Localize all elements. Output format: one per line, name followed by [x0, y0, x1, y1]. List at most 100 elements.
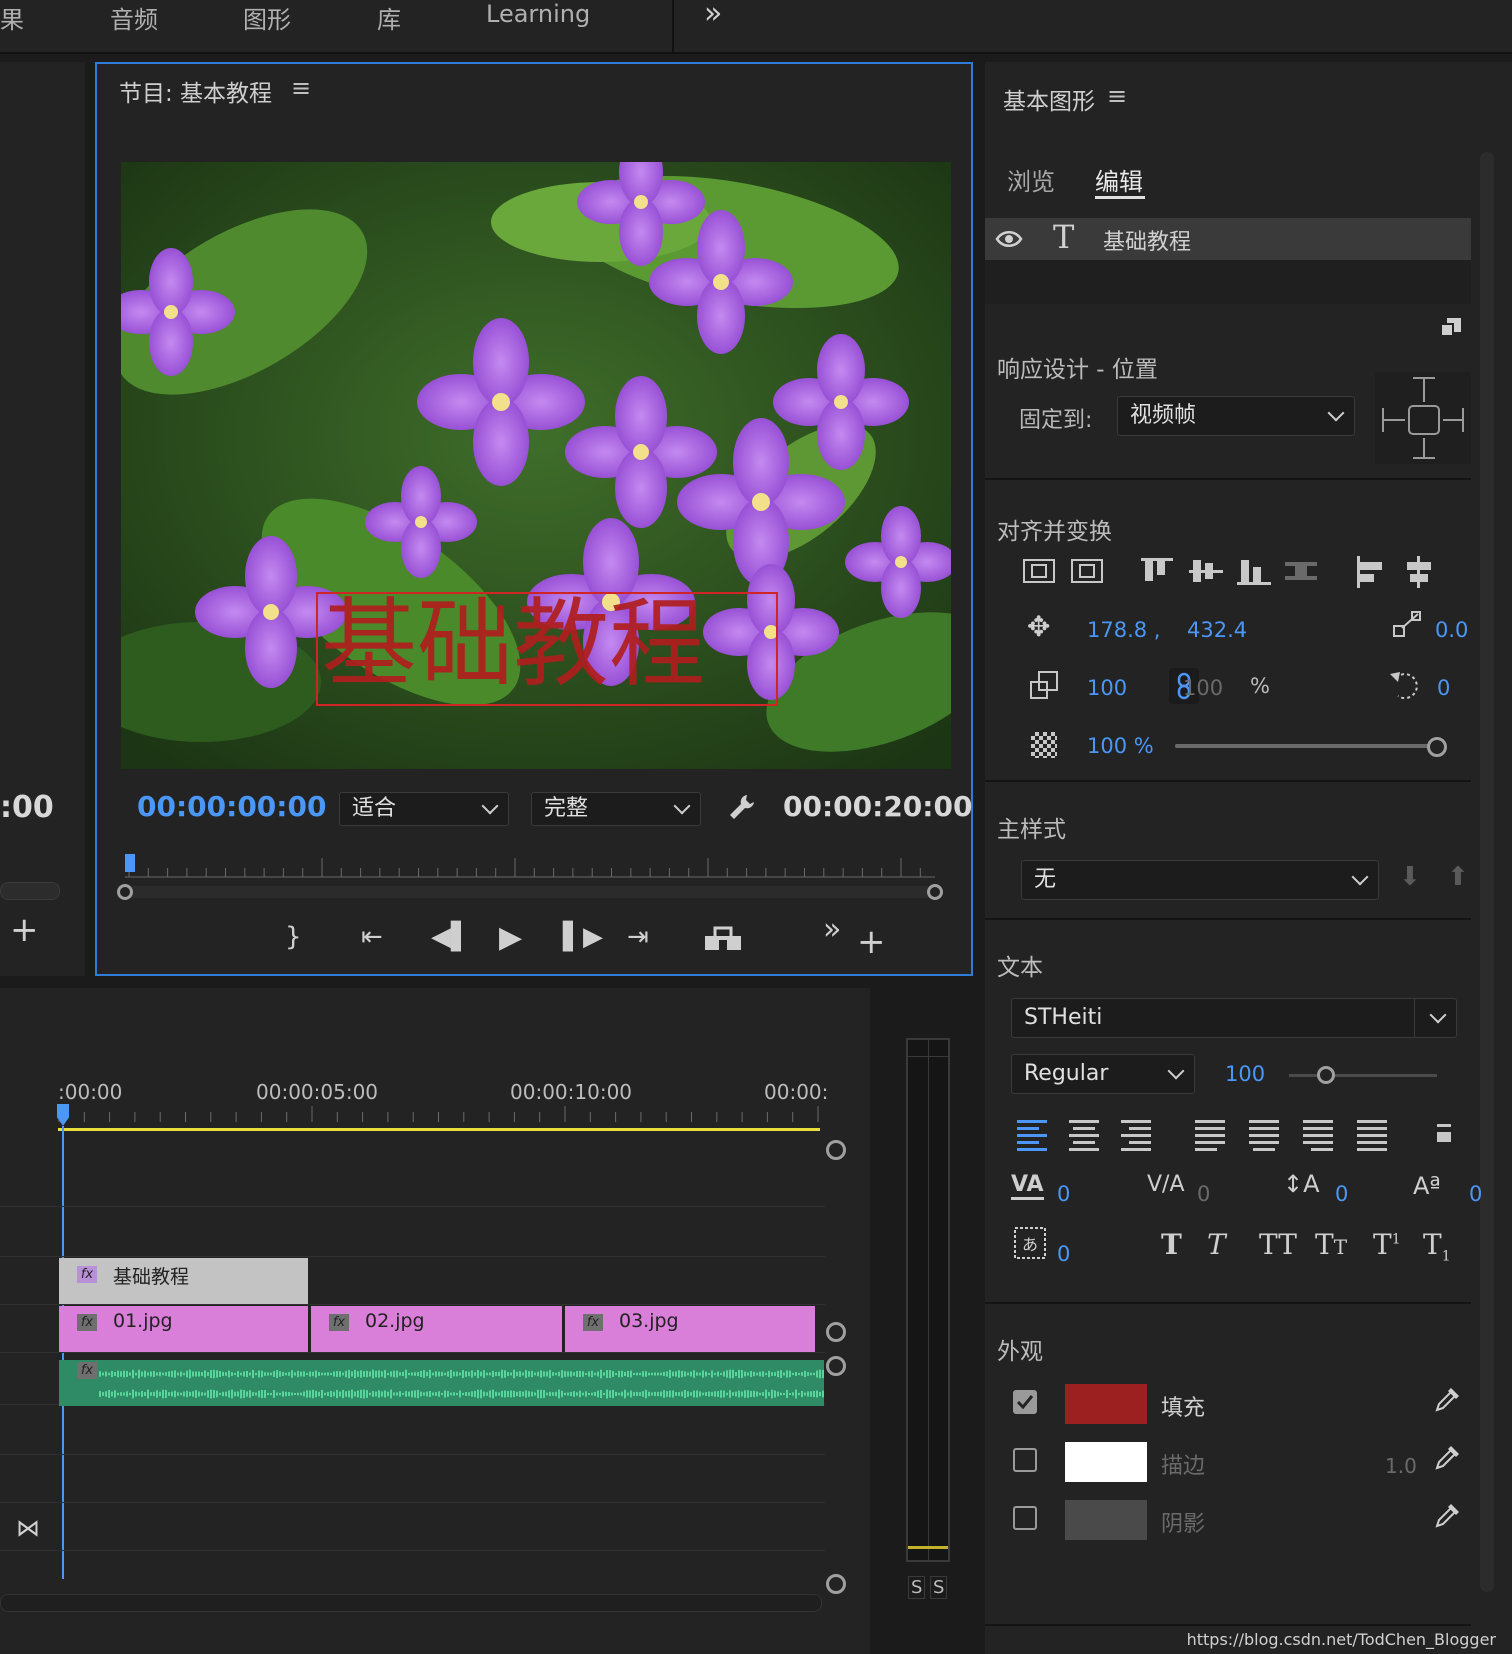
shadow-checkbox[interactable]	[1013, 1506, 1037, 1530]
new-layer-icon[interactable]	[1440, 318, 1461, 337]
opacity-icon	[1031, 732, 1057, 758]
fill-checkbox[interactable]	[1013, 1390, 1037, 1414]
workspace-tab-graphics[interactable]: 图形	[243, 0, 291, 35]
faux-bold-icon[interactable]: T	[1161, 1228, 1182, 1261]
solo-right-button[interactable]: S	[930, 1576, 948, 1599]
superscript-icon[interactable]: T1	[1373, 1228, 1401, 1261]
pin-to-label: 固定到:	[1019, 408, 1093, 433]
faux-italic-icon[interactable]: T	[1207, 1228, 1226, 1261]
opacity-slider-handle[interactable]	[1427, 737, 1447, 757]
playhead-timecode[interactable]: 00:00:00:00	[137, 790, 326, 823]
master-style-select[interactable]: 无	[1021, 860, 1379, 900]
tab-browse[interactable]: 浏览	[1007, 162, 1055, 197]
fill-label: 填充	[1161, 1396, 1206, 1421]
panel-scrollbar[interactable]	[1480, 152, 1494, 1592]
active-tab-underline	[1095, 196, 1145, 199]
add-button-icon[interactable]: +	[10, 910, 39, 950]
fill-color-swatch[interactable]	[1065, 1384, 1147, 1424]
position-y-value[interactable]: 432.4	[1187, 618, 1247, 642]
opacity-slider-track[interactable]	[1175, 744, 1437, 748]
playback-resolution-select[interactable]: 完整	[531, 792, 701, 826]
baseline-shift-value[interactable]: 0	[1469, 1182, 1482, 1206]
font-size-slider-handle[interactable]	[1317, 1066, 1335, 1084]
mark-out-icon[interactable]: }	[285, 922, 302, 952]
track-scroll-handle[interactable]	[826, 1356, 846, 1376]
workspace-tab-learning[interactable]: Learning	[486, 0, 590, 28]
fill-eyedropper-icon[interactable]	[1433, 1384, 1463, 1421]
video-clip[interactable]: fx 02.jpg	[311, 1306, 562, 1352]
scrollbar-end-handle[interactable]	[927, 884, 943, 900]
track-scroll-handle[interactable]	[826, 1574, 846, 1594]
rotation-value[interactable]: 0	[1437, 676, 1450, 700]
step-back-icon[interactable]: ◀▌	[431, 922, 471, 952]
select-divider	[1414, 999, 1415, 1037]
title-overlay-text[interactable]: 基础教程	[321, 594, 705, 694]
monitor-zoom-scrollbar[interactable]	[125, 886, 935, 898]
source-scrollbar[interactable]	[0, 882, 60, 900]
opacity-value[interactable]: 100 %	[1087, 734, 1154, 758]
video-frame[interactable]: 基础教程	[121, 162, 951, 769]
more-controls-icon[interactable]: »	[823, 912, 841, 947]
shadow-color-swatch[interactable]	[1065, 1500, 1147, 1540]
font-size-slider-track[interactable]	[1289, 1074, 1437, 1077]
audio-clip[interactable]: fx	[59, 1360, 824, 1406]
leading-value[interactable]: 0	[1335, 1182, 1348, 1206]
export-frame-icon[interactable]	[703, 926, 743, 956]
video-clip[interactable]: fx 01.jpg	[59, 1306, 308, 1352]
appearance-heading: 外观	[997, 1339, 1043, 1365]
anchor-point-value[interactable]: 0.0	[1435, 618, 1468, 642]
layer-name[interactable]: 基础教程	[1103, 224, 1191, 256]
stroke-checkbox[interactable]	[1013, 1448, 1037, 1472]
zoom-level-select[interactable]: 适合	[339, 792, 509, 826]
layer-row[interactable]: T 基础教程	[985, 218, 1471, 260]
title-clip[interactable]: fx 基础教程	[59, 1258, 308, 1304]
button-editor-icon[interactable]: +	[857, 922, 886, 962]
stroke-eyedropper-icon[interactable]	[1433, 1442, 1463, 1479]
monitor-time-ruler[interactable]	[125, 854, 941, 878]
font-family-select[interactable]: STHeiti	[1011, 998, 1457, 1038]
subscript-icon[interactable]: T1	[1423, 1228, 1451, 1265]
kerning-value[interactable]: 0	[1057, 1182, 1070, 1206]
timeline-horizontal-scrollbar[interactable]	[0, 1594, 822, 1612]
work-area-bar[interactable]	[58, 1128, 820, 1131]
scrollbar-start-handle[interactable]	[117, 884, 133, 900]
anchor-point-icon	[1390, 610, 1422, 646]
tsume-value[interactable]: 0	[1057, 1242, 1070, 1266]
track-scroll-handle[interactable]	[826, 1140, 846, 1160]
track-scroll-handle[interactable]	[826, 1322, 846, 1342]
wrench-icon[interactable]	[727, 792, 757, 826]
workspace-tab-effects[interactable]: 果	[0, 0, 24, 35]
timeline-panel: :00:00 00:00:05:00 00:00:10:00 00:00: fx…	[0, 988, 870, 1654]
timeline-ruler[interactable]	[58, 1106, 820, 1122]
go-to-out-icon[interactable]: ⇥	[627, 922, 649, 952]
eye-icon[interactable]	[995, 230, 1023, 252]
pin-edges-widget[interactable]	[1375, 372, 1471, 464]
all-caps-icon[interactable]: TT	[1259, 1228, 1297, 1261]
solo-left-button[interactable]: S	[908, 1576, 926, 1599]
stroke-color-swatch[interactable]	[1065, 1442, 1147, 1482]
essential-graphics-title[interactable]: 基本图形	[1003, 82, 1095, 116]
push-style-down-icon[interactable]: ⬇	[1399, 862, 1421, 892]
workspace-overflow-icon[interactable]: »	[704, 0, 722, 31]
panel-menu-icon[interactable]: ≡	[1107, 82, 1127, 110]
font-style-select[interactable]: Regular	[1011, 1054, 1195, 1094]
video-clip[interactable]: fx 03.jpg	[565, 1306, 815, 1352]
position-x-value[interactable]: 178.8 ,	[1087, 618, 1160, 642]
workspace-tab-libraries[interactable]: 库	[377, 0, 401, 35]
pin-to-select[interactable]: 视频帧	[1117, 396, 1355, 436]
scale-value[interactable]: 100	[1087, 676, 1127, 700]
small-caps-icon[interactable]: TT	[1315, 1228, 1347, 1261]
font-size-value[interactable]: 100	[1225, 1062, 1265, 1086]
workspace-tab-audio[interactable]: 音频	[110, 0, 158, 35]
program-monitor-title[interactable]: 节目: 基本教程	[119, 74, 272, 108]
wrap-icon[interactable]: ⋈	[16, 1514, 40, 1542]
push-style-up-icon[interactable]: ⬆	[1447, 862, 1469, 892]
panel-menu-icon[interactable]: ≡	[291, 74, 311, 102]
play-icon[interactable]: ▶	[499, 920, 522, 955]
step-forward-icon[interactable]: ▌▶	[563, 922, 603, 952]
shadow-eyedropper-icon[interactable]	[1433, 1500, 1463, 1537]
tab-edit[interactable]: 编辑	[1095, 162, 1143, 197]
go-to-in-icon[interactable]: ⇤	[361, 922, 383, 952]
playhead-handle[interactable]	[57, 1104, 69, 1126]
tracking-value: 0	[1197, 1182, 1211, 1206]
